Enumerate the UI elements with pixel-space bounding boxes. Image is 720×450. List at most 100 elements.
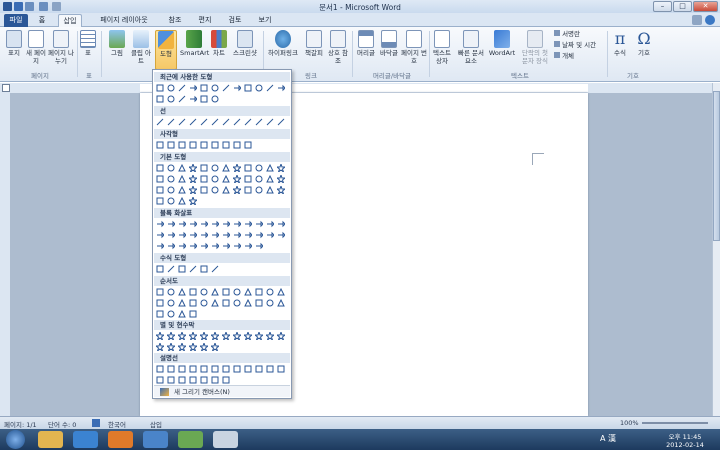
language-indicator[interactable]: 한국어	[108, 419, 126, 429]
shape-item[interactable]	[232, 287, 242, 297]
tab-mailings[interactable]: 편지	[192, 14, 218, 27]
shape-item[interactable]	[188, 264, 198, 274]
shape-item[interactable]	[166, 298, 176, 308]
shape-item[interactable]	[265, 185, 275, 195]
shape-item[interactable]	[155, 309, 165, 319]
shape-item[interactable]	[243, 331, 253, 341]
shape-item[interactable]	[155, 163, 165, 173]
shape-item[interactable]	[199, 83, 209, 93]
shape-item[interactable]	[254, 331, 264, 341]
shape-item[interactable]	[243, 241, 253, 251]
shape-item[interactable]	[276, 364, 286, 374]
shape-item[interactable]	[254, 83, 264, 93]
shape-item[interactable]	[199, 375, 209, 385]
shape-item[interactable]	[166, 117, 176, 127]
shape-item[interactable]	[210, 230, 220, 240]
shape-item[interactable]	[265, 331, 275, 341]
shape-item[interactable]	[210, 298, 220, 308]
shape-item[interactable]	[276, 174, 286, 184]
tab-references[interactable]: 참조	[162, 14, 188, 27]
bookmark-button[interactable]: 책갈피	[302, 30, 326, 57]
shape-item[interactable]	[210, 94, 220, 104]
shape-item[interactable]	[232, 140, 242, 150]
quick-parts-button[interactable]: 빠른 문서 요소	[456, 30, 486, 65]
shape-item[interactable]	[276, 83, 286, 93]
shape-item[interactable]	[166, 174, 176, 184]
text-box-button[interactable]: 텍스트 상자	[431, 30, 453, 65]
shape-item[interactable]	[243, 117, 253, 127]
shape-item[interactable]	[166, 264, 176, 274]
shape-item[interactable]	[155, 174, 165, 184]
shape-item[interactable]	[177, 174, 187, 184]
shape-item[interactable]	[199, 117, 209, 127]
shape-item[interactable]	[199, 163, 209, 173]
shape-item[interactable]	[243, 185, 253, 195]
shape-item[interactable]	[210, 83, 220, 93]
shape-item[interactable]	[188, 375, 198, 385]
shape-item[interactable]	[276, 331, 286, 341]
symbol-button[interactable]: Ω 기호	[634, 30, 654, 58]
shape-item[interactable]	[177, 185, 187, 195]
shape-item[interactable]	[254, 287, 264, 297]
tab-file[interactable]: 파일	[4, 14, 28, 27]
word-count[interactable]: 단어 수: 0	[48, 419, 76, 429]
shape-item[interactable]	[276, 163, 286, 173]
tab-home[interactable]: 홈	[34, 14, 50, 27]
shape-item[interactable]	[254, 219, 264, 229]
firefox-icon[interactable]	[108, 431, 133, 448]
shape-item[interactable]	[177, 342, 187, 352]
date-time-button[interactable]: 날짜 및 시간	[554, 41, 596, 49]
shape-item[interactable]	[199, 342, 209, 352]
shape-item[interactable]	[243, 364, 253, 374]
shape-item[interactable]	[199, 94, 209, 104]
shape-item[interactable]	[276, 287, 286, 297]
clip-art-button[interactable]: 클립 아트	[130, 30, 152, 65]
shape-item[interactable]	[232, 185, 242, 195]
shape-item[interactable]	[199, 241, 209, 251]
shapes-button[interactable]: 도형	[155, 30, 177, 70]
shape-item[interactable]	[265, 230, 275, 240]
shape-item[interactable]	[177, 241, 187, 251]
shape-item[interactable]	[254, 117, 264, 127]
footer-button[interactable]: 바닥글	[378, 30, 400, 57]
shape-item[interactable]	[199, 174, 209, 184]
minimize-button[interactable]: –	[653, 1, 672, 12]
shape-item[interactable]	[188, 185, 198, 195]
shape-item[interactable]	[276, 298, 286, 308]
shape-item[interactable]	[177, 219, 187, 229]
shape-item[interactable]	[276, 230, 286, 240]
shape-item[interactable]	[243, 230, 253, 240]
snipping-tool-icon[interactable]	[213, 431, 238, 448]
shape-item[interactable]	[210, 264, 220, 274]
shape-item[interactable]	[221, 230, 231, 240]
shape-item[interactable]	[155, 364, 165, 374]
shape-item[interactable]	[232, 364, 242, 374]
shape-item[interactable]	[221, 375, 231, 385]
shape-item[interactable]	[221, 117, 231, 127]
shape-item[interactable]	[210, 117, 220, 127]
shape-item[interactable]	[221, 174, 231, 184]
shape-item[interactable]	[265, 117, 275, 127]
shape-item[interactable]	[166, 83, 176, 93]
shape-item[interactable]	[243, 83, 253, 93]
hyperlink-button[interactable]: 하이퍼링크	[266, 30, 300, 57]
shape-item[interactable]	[254, 174, 264, 184]
shape-item[interactable]	[210, 342, 220, 352]
app-icon[interactable]	[178, 431, 203, 448]
shape-item[interactable]	[155, 241, 165, 251]
shape-item[interactable]	[166, 185, 176, 195]
shape-item[interactable]	[177, 230, 187, 240]
shape-item[interactable]	[166, 375, 176, 385]
vertical-scrollbar[interactable]	[712, 83, 720, 416]
shape-item[interactable]	[254, 185, 264, 195]
shape-item[interactable]	[221, 163, 231, 173]
tab-review[interactable]: 검토	[222, 14, 248, 27]
shape-item[interactable]	[221, 83, 231, 93]
shape-item[interactable]	[177, 264, 187, 274]
shape-item[interactable]	[166, 230, 176, 240]
shape-item[interactable]	[166, 309, 176, 319]
shape-item[interactable]	[166, 94, 176, 104]
shape-item[interactable]	[166, 364, 176, 374]
shape-item[interactable]	[177, 298, 187, 308]
page-count[interactable]: 페이지: 1/1	[4, 419, 37, 429]
